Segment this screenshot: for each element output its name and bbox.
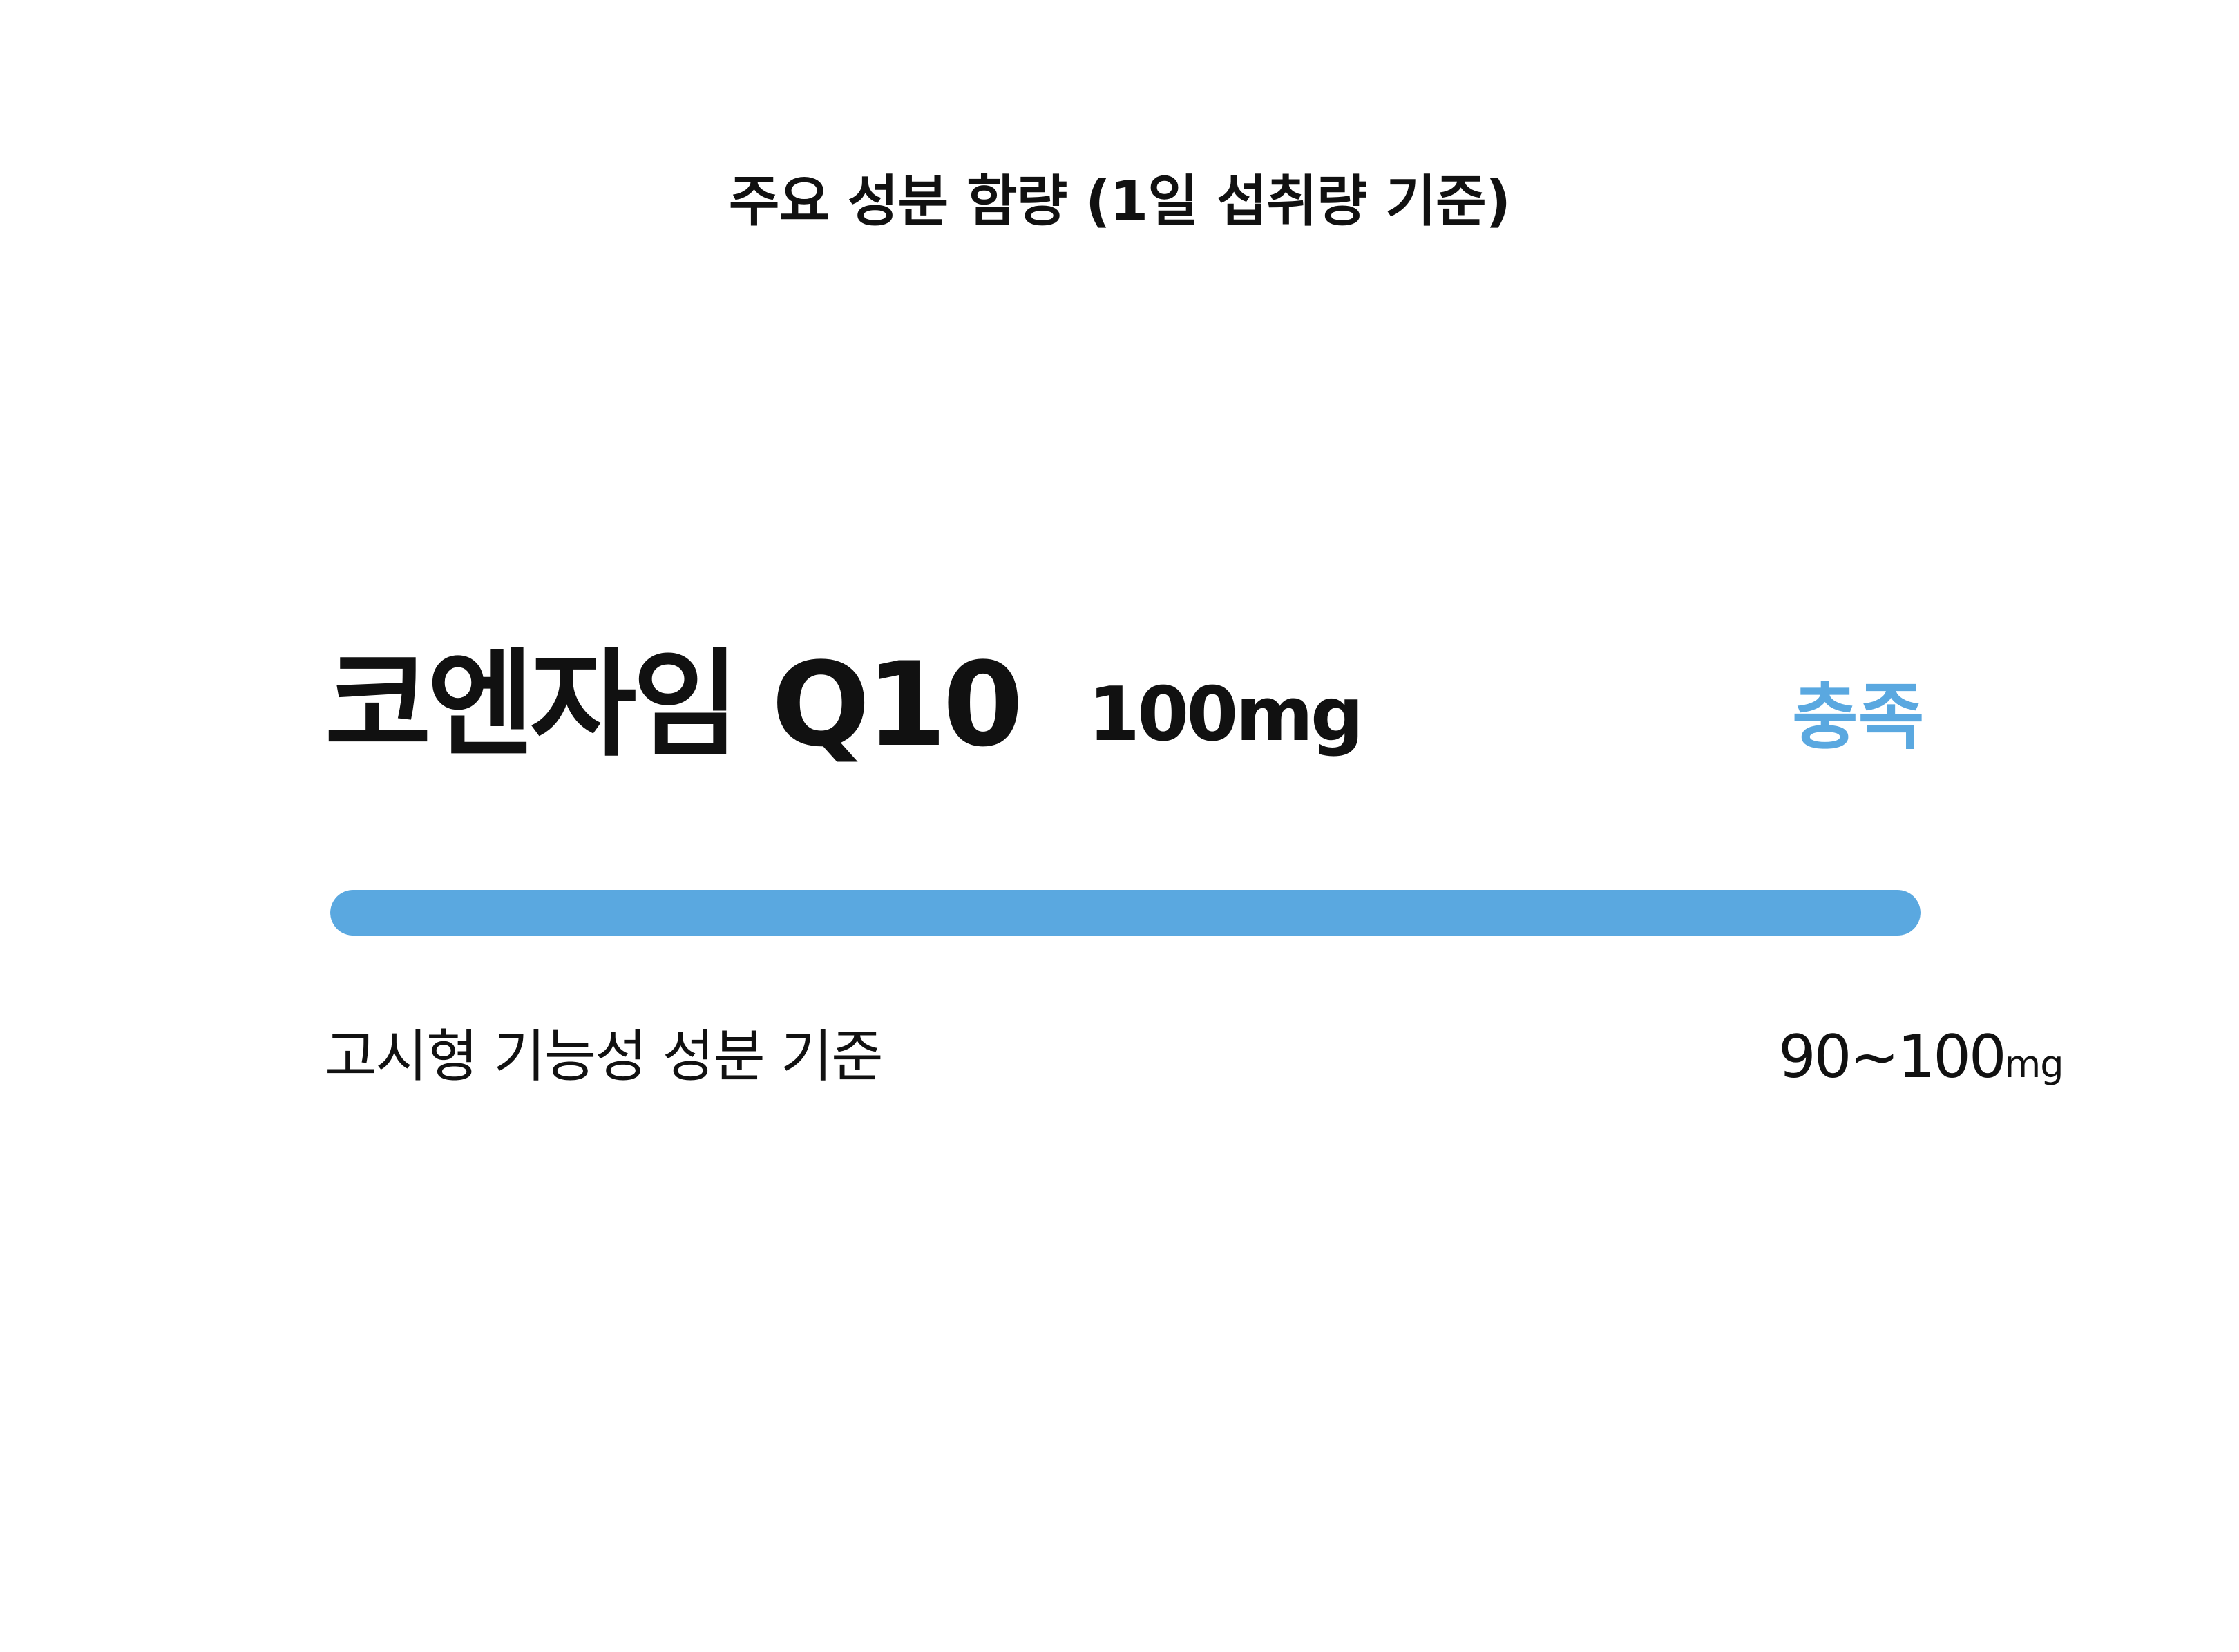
ingredient-amount: 100mg (1088, 672, 1364, 758)
standard-range-value: 90~100 (1778, 1023, 2007, 1092)
standard-range-unit: mg (2004, 1043, 2064, 1086)
ingredient-name: 코엔자임 Q10 (325, 637, 1023, 772)
progress-fill (330, 890, 1921, 936)
status-badge: 충족 (1792, 675, 1925, 759)
standard-label: 고시형 기능성 성분 기준 (325, 1024, 884, 1090)
standard-range: 90~100mg (1778, 1016, 2064, 1099)
page-title: 주요 성분 함량 (1일 섭취량 기준) (728, 169, 1511, 234)
progress-bar (330, 890, 1921, 936)
